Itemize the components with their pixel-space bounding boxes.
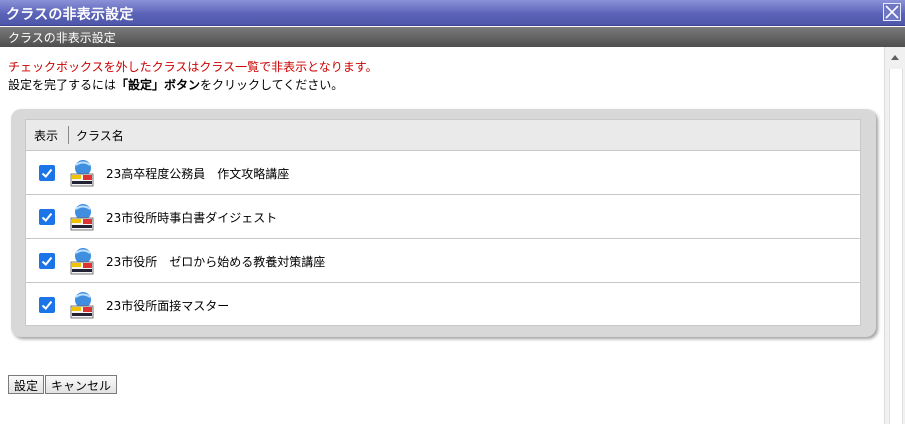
checkmark-icon (41, 256, 53, 266)
class-globe-icon (70, 248, 94, 275)
show-checkbox[interactable] (39, 253, 55, 269)
dialog-title: クラスの非表示設定 (6, 7, 134, 23)
scroll-thumb[interactable] (889, 69, 903, 424)
show-checkbox[interactable] (39, 209, 55, 225)
table-header: 表示 クラス名 (26, 120, 860, 151)
table-row: 23市役所時事白書ダイジェスト (26, 195, 860, 239)
section-header: クラスの非表示設定 (0, 27, 905, 47)
section-title: クラスの非表示設定 (8, 31, 116, 45)
checkmark-icon (41, 212, 53, 222)
table-row: 23高卒程度公務員 作文攻略講座 (26, 151, 860, 195)
instruction-button-ref: 「設定」ボタン (116, 78, 201, 92)
instruction-suffix: をクリックしてください。 (200, 78, 344, 92)
vertical-scrollbar[interactable] (884, 47, 905, 424)
class-globe-icon (70, 204, 94, 231)
dialog-content: チェックボックスを外したクラスはクラス一覧で非表示となります。 設定を完了するに… (0, 47, 884, 424)
column-divider[interactable] (68, 126, 69, 144)
table-row: 23市役所面接マスター (26, 283, 860, 325)
class-globe-icon (70, 160, 94, 187)
class-name: 23高卒程度公務員 作文攻略講座 (106, 167, 290, 181)
instruction-text: 設定を完了するには「設定」ボタンをクリックしてください。 (8, 76, 343, 93)
class-name: 23市役所時事白書ダイジェスト (106, 211, 278, 225)
dialog-title-bar: クラスの非表示設定 (0, 0, 905, 26)
class-name: 23市役所 ゼロから始める教養対策講座 (106, 255, 326, 269)
scroll-up-icon[interactable] (891, 55, 899, 60)
class-table: 表示 クラス名 23高卒程度公務員 作文攻略講座 23市役所時事白書ダイジェスト… (25, 119, 861, 326)
close-button[interactable] (883, 3, 901, 21)
column-header-show: 表示 (34, 129, 59, 143)
warning-text: チェックボックスを外したクラスはクラス一覧で非表示となります。 (8, 60, 378, 74)
cancel-button[interactable]: キャンセル (45, 375, 118, 394)
class-name: 23市役所面接マスター (106, 299, 230, 313)
checkmark-icon (41, 168, 53, 178)
class-list-panel: 表示 クラス名 23高卒程度公務員 作文攻略講座 23市役所時事白書ダイジェスト… (11, 109, 876, 337)
dialog-buttons: 設定 キャンセル (8, 375, 118, 394)
show-checkbox[interactable] (39, 297, 55, 313)
close-icon (885, 5, 899, 19)
instruction-prefix: 設定を完了するには (8, 78, 117, 92)
table-row: 23市役所 ゼロから始める教養対策講座 (26, 239, 860, 283)
class-globe-icon (70, 292, 94, 319)
ok-button[interactable]: 設定 (8, 375, 45, 394)
checkmark-icon (41, 300, 53, 310)
column-header-class-name: クラス名 (76, 129, 124, 143)
show-checkbox[interactable] (39, 165, 55, 181)
